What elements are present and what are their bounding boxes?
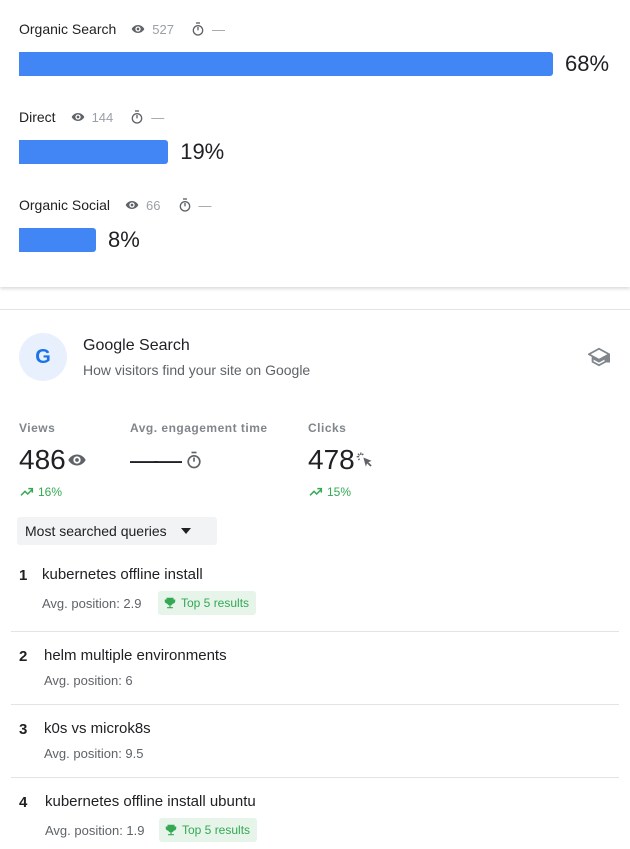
timer-icon (177, 197, 193, 213)
channel-label: Direct (19, 109, 56, 125)
eye-icon (66, 449, 88, 471)
metric-clicks: 478 (308, 444, 375, 476)
query-rank: 1 (19, 567, 28, 584)
metric-views: 486 (19, 444, 88, 476)
channel-percent: 19% (180, 139, 225, 164)
channel-row-direct: Direct 144 — (19, 109, 164, 125)
metric-label-engagement: Avg. engagement time (130, 421, 268, 435)
trend-value: 15% (327, 485, 352, 499)
eye-icon (130, 21, 146, 37)
trending-up-icon (19, 484, 35, 500)
top-results-badge: Top 5 results (158, 591, 257, 615)
dropdown-value: Most searched queries (25, 523, 167, 539)
channel-views: 144 (91, 109, 114, 125)
query-rank: 2 (19, 648, 28, 665)
query-type-dropdown[interactable]: Most searched queries (17, 517, 217, 545)
top-results-badge: Top 5 results (159, 818, 258, 842)
traffic-channels-card: Organic Search 527 — 68% Direct 144 — 19… (0, 0, 630, 287)
channel-time: — (151, 109, 165, 125)
timer-icon (190, 21, 206, 37)
metric-value: 478 (308, 444, 355, 475)
metric-label-clicks: Clicks (308, 421, 347, 435)
channel-label: Organic Social (19, 197, 111, 213)
eye-icon (70, 109, 86, 125)
channel-views: 527 (152, 21, 174, 37)
trend-value: 16% (38, 485, 63, 499)
channel-percent: 68% (565, 51, 610, 76)
click-cursor-icon (356, 452, 372, 467)
metric-value: 486 (19, 444, 66, 475)
trophy-icon (164, 823, 178, 837)
query-text[interactable]: k0s vs microk8s (44, 720, 151, 737)
trophy-icon (163, 596, 177, 610)
timer-icon (184, 449, 204, 471)
query-rank: 4 (19, 794, 28, 811)
channel-bar (19, 52, 553, 76)
query-rank: 3 (19, 721, 28, 738)
query-avg-position: Avg. position: 9.5 (44, 746, 144, 761)
channel-bar (19, 228, 96, 252)
channel-percent: 8% (108, 227, 140, 252)
query-text[interactable]: kubernetes offline install (42, 566, 203, 583)
channel-row-organic-social: Organic Social 66 — (19, 197, 212, 213)
divider (11, 631, 619, 632)
channel-row-organic-search: Organic Search 527 — (19, 21, 225, 37)
channel-bar (19, 140, 169, 164)
metric-label-views: Views (19, 421, 56, 435)
eye-icon (124, 197, 140, 213)
card-subtitle: How visitors find your site on Google (83, 362, 311, 378)
card-title: Google Search (83, 337, 190, 354)
badge-label: Top 5 results (182, 823, 251, 837)
query-avg-position: Avg. position: 6 (44, 673, 133, 688)
metric-trend-views: 16% (19, 484, 62, 500)
divider (11, 777, 619, 778)
query-text[interactable]: helm multiple environments (44, 647, 227, 664)
query-avg-position: Avg. position: 2.9 (42, 596, 142, 611)
learn-mortarboard-icon[interactable] (588, 346, 610, 368)
caret-down-icon (180, 528, 191, 534)
google-icon: G (19, 333, 67, 381)
timer-icon (129, 109, 145, 125)
trending-up-icon (308, 484, 324, 500)
channel-time: — (198, 197, 212, 213)
metric-value: —— (130, 444, 182, 475)
channel-label: Organic Search (19, 21, 117, 37)
metric-engagement: —— (130, 444, 204, 476)
divider (11, 704, 619, 705)
query-avg-position: Avg. position: 1.9 (45, 823, 145, 838)
channel-views: 66 (146, 197, 161, 213)
badge-label: Top 5 results (181, 596, 250, 610)
channel-time: — (211, 21, 225, 37)
metric-trend-clicks: 15% (308, 484, 351, 500)
query-text[interactable]: kubernetes offline install ubuntu (45, 793, 256, 810)
